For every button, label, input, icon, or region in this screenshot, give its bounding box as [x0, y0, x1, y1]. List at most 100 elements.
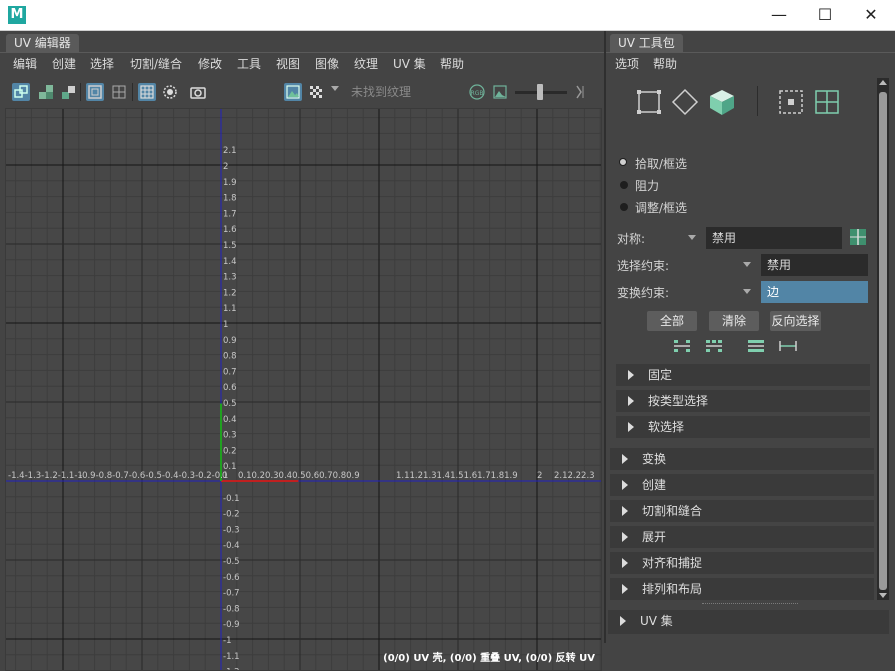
section-uv-sets[interactable]: UV 集 [608, 610, 889, 634]
image-toggle-icon[interactable] [491, 83, 509, 101]
exposure-slider-handle[interactable] [537, 84, 543, 100]
checker-dropdown-icon[interactable] [331, 86, 339, 91]
section-label: UV 集 [640, 614, 673, 628]
minimize-button[interactable]: — [756, 0, 802, 30]
section-arrange-layout[interactable]: 排列和布局 [610, 578, 874, 600]
menu-image[interactable]: 图像 [315, 55, 339, 73]
v-tick-label: 1.7 [223, 209, 237, 219]
section-label: 对齐和捕捉 [642, 556, 703, 570]
checker-tiles-icon[interactable] [307, 83, 325, 101]
rgb-channels-icon[interactable]: RGB [468, 83, 486, 101]
v-tick-label: 1.3 [223, 273, 237, 283]
v-tick-label: 2 [223, 162, 228, 172]
select-constraint-dropdown-icon[interactable] [743, 262, 751, 267]
close-button[interactable]: ✕ [848, 0, 894, 30]
radio-tweak-marquee[interactable] [620, 203, 628, 211]
select-border-icon[interactable] [747, 338, 765, 354]
edge-component-icon[interactable] [671, 88, 699, 116]
transform-constraint-field[interactable]: 边 [761, 281, 868, 303]
section-label: 展开 [642, 530, 667, 544]
section-transform[interactable]: 变换 [610, 448, 874, 470]
section-unfold[interactable]: 展开 [610, 526, 874, 548]
title-bar: M — ☐ ✕ [0, 0, 895, 31]
v-tick-label: -1.2 [223, 668, 240, 670]
tab-divider [606, 52, 895, 53]
grid-display-icon[interactable] [138, 83, 156, 101]
menu-cut-sew[interactable]: 切割/缝合 [130, 55, 182, 73]
shell-selection-icon[interactable] [12, 83, 30, 101]
scroll-down-icon[interactable] [879, 593, 887, 598]
toolkit-scrollbar-thumb[interactable] [879, 92, 887, 590]
u-tick-label: -1.4-1.3-1.2-1.1-1 [8, 471, 83, 481]
texture-borders-icon[interactable] [110, 83, 128, 101]
v-tick-label: 0.8 [223, 352, 237, 362]
select-constraint-field[interactable]: 禁用 [761, 254, 868, 276]
radio-drag[interactable] [620, 181, 628, 189]
section-align-snap[interactable]: 对齐和捕捉 [610, 552, 874, 574]
section-label: 创建 [642, 478, 667, 492]
select-edge-loop-icon[interactable] [779, 338, 797, 354]
menu-textures[interactable]: 纹理 [354, 55, 378, 73]
tile-layout-icon[interactable] [37, 83, 55, 101]
uv-viewport[interactable]: 2.1 2 1.9 1.8 1.7 1.6 1.5 1.4 1.3 1.2 1.1 1 0.9 0.8 0.… [5, 108, 602, 671]
v-tick-label: -0.1 [223, 494, 240, 504]
shell-component-icon[interactable] [708, 88, 736, 116]
u-tick-label: 2.12.22.3 [554, 471, 595, 481]
toolbar-separator [132, 83, 133, 101]
maya-logo-icon: M [8, 6, 26, 24]
snapshot-camera-icon[interactable] [189, 83, 207, 101]
pixel-snap-icon[interactable] [161, 83, 179, 101]
tab-uv-toolkit[interactable]: UV 工具包 [610, 34, 683, 52]
menu-create[interactable]: 创建 [52, 55, 76, 73]
menu-help[interactable]: 帮助 [440, 55, 464, 73]
u-tick-label: -0.9-0.8-0.7-0.6-0.5-0.4-0.3-0.2-0.1 [79, 471, 228, 481]
grow-selection-icon[interactable] [673, 338, 691, 354]
menu-modify[interactable]: 修改 [198, 55, 222, 73]
section-pin[interactable]: 固定 [616, 364, 870, 386]
select-all-button[interactable]: 全部 [647, 311, 697, 331]
section-label: 按类型选择 [648, 394, 709, 408]
invert-selection-button[interactable]: 反向选择 [770, 311, 821, 331]
menu-select[interactable]: 选择 [90, 55, 114, 73]
symmetry-field[interactable]: 禁用 [706, 227, 842, 249]
menu-uv-sets[interactable]: UV 集 [393, 55, 426, 73]
symmetry-dropdown-icon[interactable] [688, 235, 696, 240]
radio-pick-marquee[interactable] [619, 158, 627, 166]
expand-arrow-icon [622, 454, 628, 464]
u-tick-label: 1.11.21.31.41.51.61.71.81.9 [396, 471, 518, 481]
maximize-button[interactable]: ☐ [802, 0, 848, 30]
symmetry-axis-icon[interactable] [848, 227, 868, 247]
scroll-up-icon[interactable] [879, 80, 887, 85]
menu-edit[interactable]: 编辑 [13, 55, 37, 73]
shrink-selection-icon[interactable] [705, 338, 723, 354]
stack-layout-icon[interactable] [59, 83, 77, 101]
v-tick-label: 1.9 [223, 178, 237, 188]
transform-constraint-dropdown-icon[interactable] [743, 289, 751, 294]
v-tick-label: -0.9 [223, 620, 240, 630]
dock-grip[interactable] [702, 603, 798, 606]
u-tick-label: 0.10.20.30.40.50.60.70.80.9 [238, 471, 360, 481]
section-soft-select[interactable]: 软选择 [616, 416, 870, 438]
toolbar-separator [80, 83, 81, 101]
uv-grid-icon[interactable] [814, 89, 840, 115]
expand-toolbar-icon[interactable] [572, 83, 590, 101]
v-tick-label: -0.7 [223, 589, 240, 599]
section-select-by-type[interactable]: 按类型选择 [616, 390, 870, 412]
uv-editor-panel: UV 编辑器 编辑 创建 选择 切割/缝合 修改 工具 视图 图像 纹理 UV … [0, 31, 604, 671]
uv-borders-icon[interactable] [86, 83, 104, 101]
mode-label-pick: 拾取/框选 [635, 157, 688, 171]
expand-arrow-icon [622, 584, 628, 594]
uv-component-icon[interactable] [636, 89, 662, 115]
section-cut-and-sew[interactable]: 切割和缝合 [610, 500, 874, 522]
v-tick-label: 0.6 [223, 383, 237, 393]
menu-tools[interactable]: 工具 [237, 55, 261, 73]
clear-button[interactable]: 清除 [709, 311, 759, 331]
select-uvs-icon[interactable] [778, 89, 804, 115]
tab-uv-editor[interactable]: UV 编辑器 [6, 34, 79, 52]
menu-options[interactable]: 选项 [615, 55, 639, 73]
display-image-icon[interactable] [284, 83, 302, 101]
section-create[interactable]: 创建 [610, 474, 874, 496]
texture-field[interactable]: 未找到纹理 [345, 83, 469, 101]
menu-view[interactable]: 视图 [276, 55, 300, 73]
menu-toolkit-help[interactable]: 帮助 [653, 55, 677, 73]
